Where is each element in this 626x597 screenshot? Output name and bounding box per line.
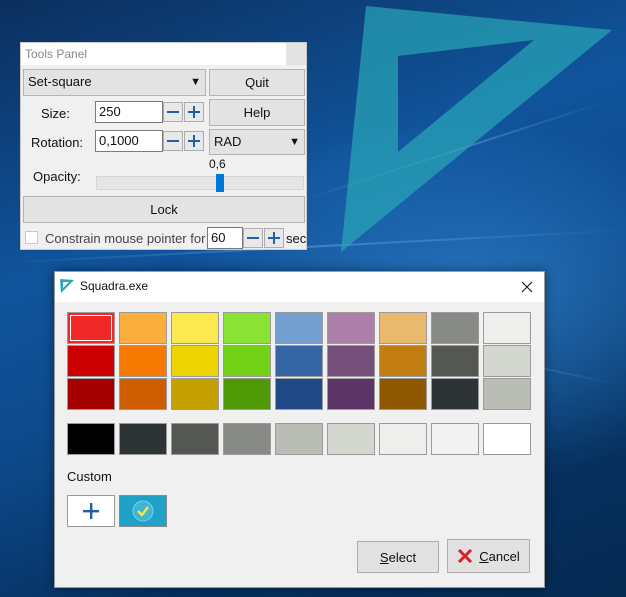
color-swatch[interactable] [483,312,531,344]
custom-label: Custom [67,469,112,484]
minus-icon [167,140,179,142]
rotation-input[interactable]: 0,1000 [95,130,163,152]
gray-swatch[interactable] [275,423,323,455]
setsquare-app-icon [60,279,74,293]
color-swatch[interactable] [327,378,375,410]
color-swatch[interactable] [119,345,167,377]
squadra-titlebar[interactable]: Squadra.exe [55,272,544,302]
color-swatch[interactable] [119,312,167,344]
tools-panel-titlebar[interactable]: Tools Panel [21,43,306,65]
color-swatch[interactable] [223,312,271,344]
plus-icon [188,135,200,147]
opacity-slider-track[interactable] [96,176,304,190]
select-label-rest: elect [388,549,417,565]
size-input[interactable]: 250 [95,101,163,123]
color-swatch-grid [67,312,531,410]
minus-icon [247,237,259,239]
cancel-button[interactable]: Cancel [447,539,530,573]
gray-swatch[interactable] [483,423,531,455]
gray-swatch[interactable] [327,423,375,455]
minus-icon [167,111,179,113]
dropdown-arrow-icon: ▼ [190,76,201,88]
gray-swatch[interactable] [379,423,427,455]
color-swatch[interactable] [431,312,479,344]
quit-button[interactable]: Quit [209,69,305,96]
squadra-title: Squadra.exe [80,279,149,293]
checkmark-icon [132,500,154,522]
color-swatch[interactable] [171,345,219,377]
color-swatch[interactable] [223,378,271,410]
shape-select[interactable]: Set-square ▼ [23,69,206,96]
color-swatch[interactable] [119,378,167,410]
size-increase-button[interactable] [184,102,204,122]
constrain-label: Constrain mouse pointer for [45,231,206,246]
tools-panel-close-button[interactable] [286,43,306,65]
gray-swatch[interactable] [223,423,271,455]
color-swatch[interactable] [431,345,479,377]
constrain-seconds-input[interactable]: 60 [207,227,243,249]
select-button-label: Select [380,550,416,565]
custom-color-swatch[interactable] [119,495,167,527]
color-swatch[interactable] [431,378,479,410]
constrain-increase-button[interactable] [264,228,284,248]
gray-swatch[interactable] [171,423,219,455]
cancel-label-rest: ancel [488,548,520,564]
color-swatch[interactable] [67,378,115,410]
color-swatch[interactable] [379,378,427,410]
size-decrease-button[interactable] [163,102,183,122]
rotation-decrease-button[interactable] [163,131,183,151]
opacity-slider-thumb[interactable] [216,174,224,192]
squadra-color-dialog: Squadra.exe Custom Select Cancel [54,271,545,588]
constrain-unit: sec [286,231,307,246]
color-swatch[interactable] [67,312,115,344]
tools-panel-title: Tools Panel [25,47,88,61]
squadra-close-button[interactable] [512,272,542,302]
cancel-button-label: Cancel [479,549,519,564]
lock-button[interactable]: Lock [23,196,305,223]
color-swatch[interactable] [171,312,219,344]
angle-unit-value: RAD [214,134,242,149]
gray-swatch[interactable] [67,423,115,455]
grayscale-swatch-row [67,423,531,455]
color-swatch[interactable] [483,378,531,410]
color-swatch[interactable] [171,378,219,410]
color-swatch[interactable] [379,312,427,344]
select-mnemonic: S [379,549,389,565]
color-swatch[interactable] [67,345,115,377]
color-swatch[interactable] [275,378,323,410]
rotation-increase-button[interactable] [184,131,204,151]
rotation-label: Rotation: [31,135,84,150]
cancel-x-icon [458,548,473,564]
size-label: Size: [41,106,70,121]
angle-unit-select[interactable]: RAD ▼ [209,129,305,155]
constrain-decrease-button[interactable] [243,228,263,248]
add-custom-color-button[interactable] [67,495,115,527]
color-swatch[interactable] [483,345,531,377]
color-swatch[interactable] [327,312,375,344]
shape-select-value: Set-square [28,74,92,89]
select-button[interactable]: Select [357,541,439,573]
color-swatch[interactable] [275,312,323,344]
tools-panel-window: Tools Panel Set-square ▼ Quit Size: 250 … [20,42,307,250]
gray-swatch[interactable] [431,423,479,455]
color-swatch[interactable] [327,345,375,377]
constrain-checkbox[interactable] [25,231,38,244]
plus-icon [188,106,200,118]
opacity-value: 0,6 [209,157,226,171]
close-icon [521,281,533,293]
plus-icon [83,503,99,519]
cancel-mnemonic: C [479,548,489,564]
dropdown-arrow-icon: ▼ [289,136,300,148]
color-swatch[interactable] [223,345,271,377]
opacity-label: Opacity: [33,169,81,184]
gray-swatch[interactable] [119,423,167,455]
color-swatch[interactable] [379,345,427,377]
help-button[interactable]: Help [209,99,305,126]
plus-icon [268,232,280,244]
color-swatch[interactable] [275,345,323,377]
